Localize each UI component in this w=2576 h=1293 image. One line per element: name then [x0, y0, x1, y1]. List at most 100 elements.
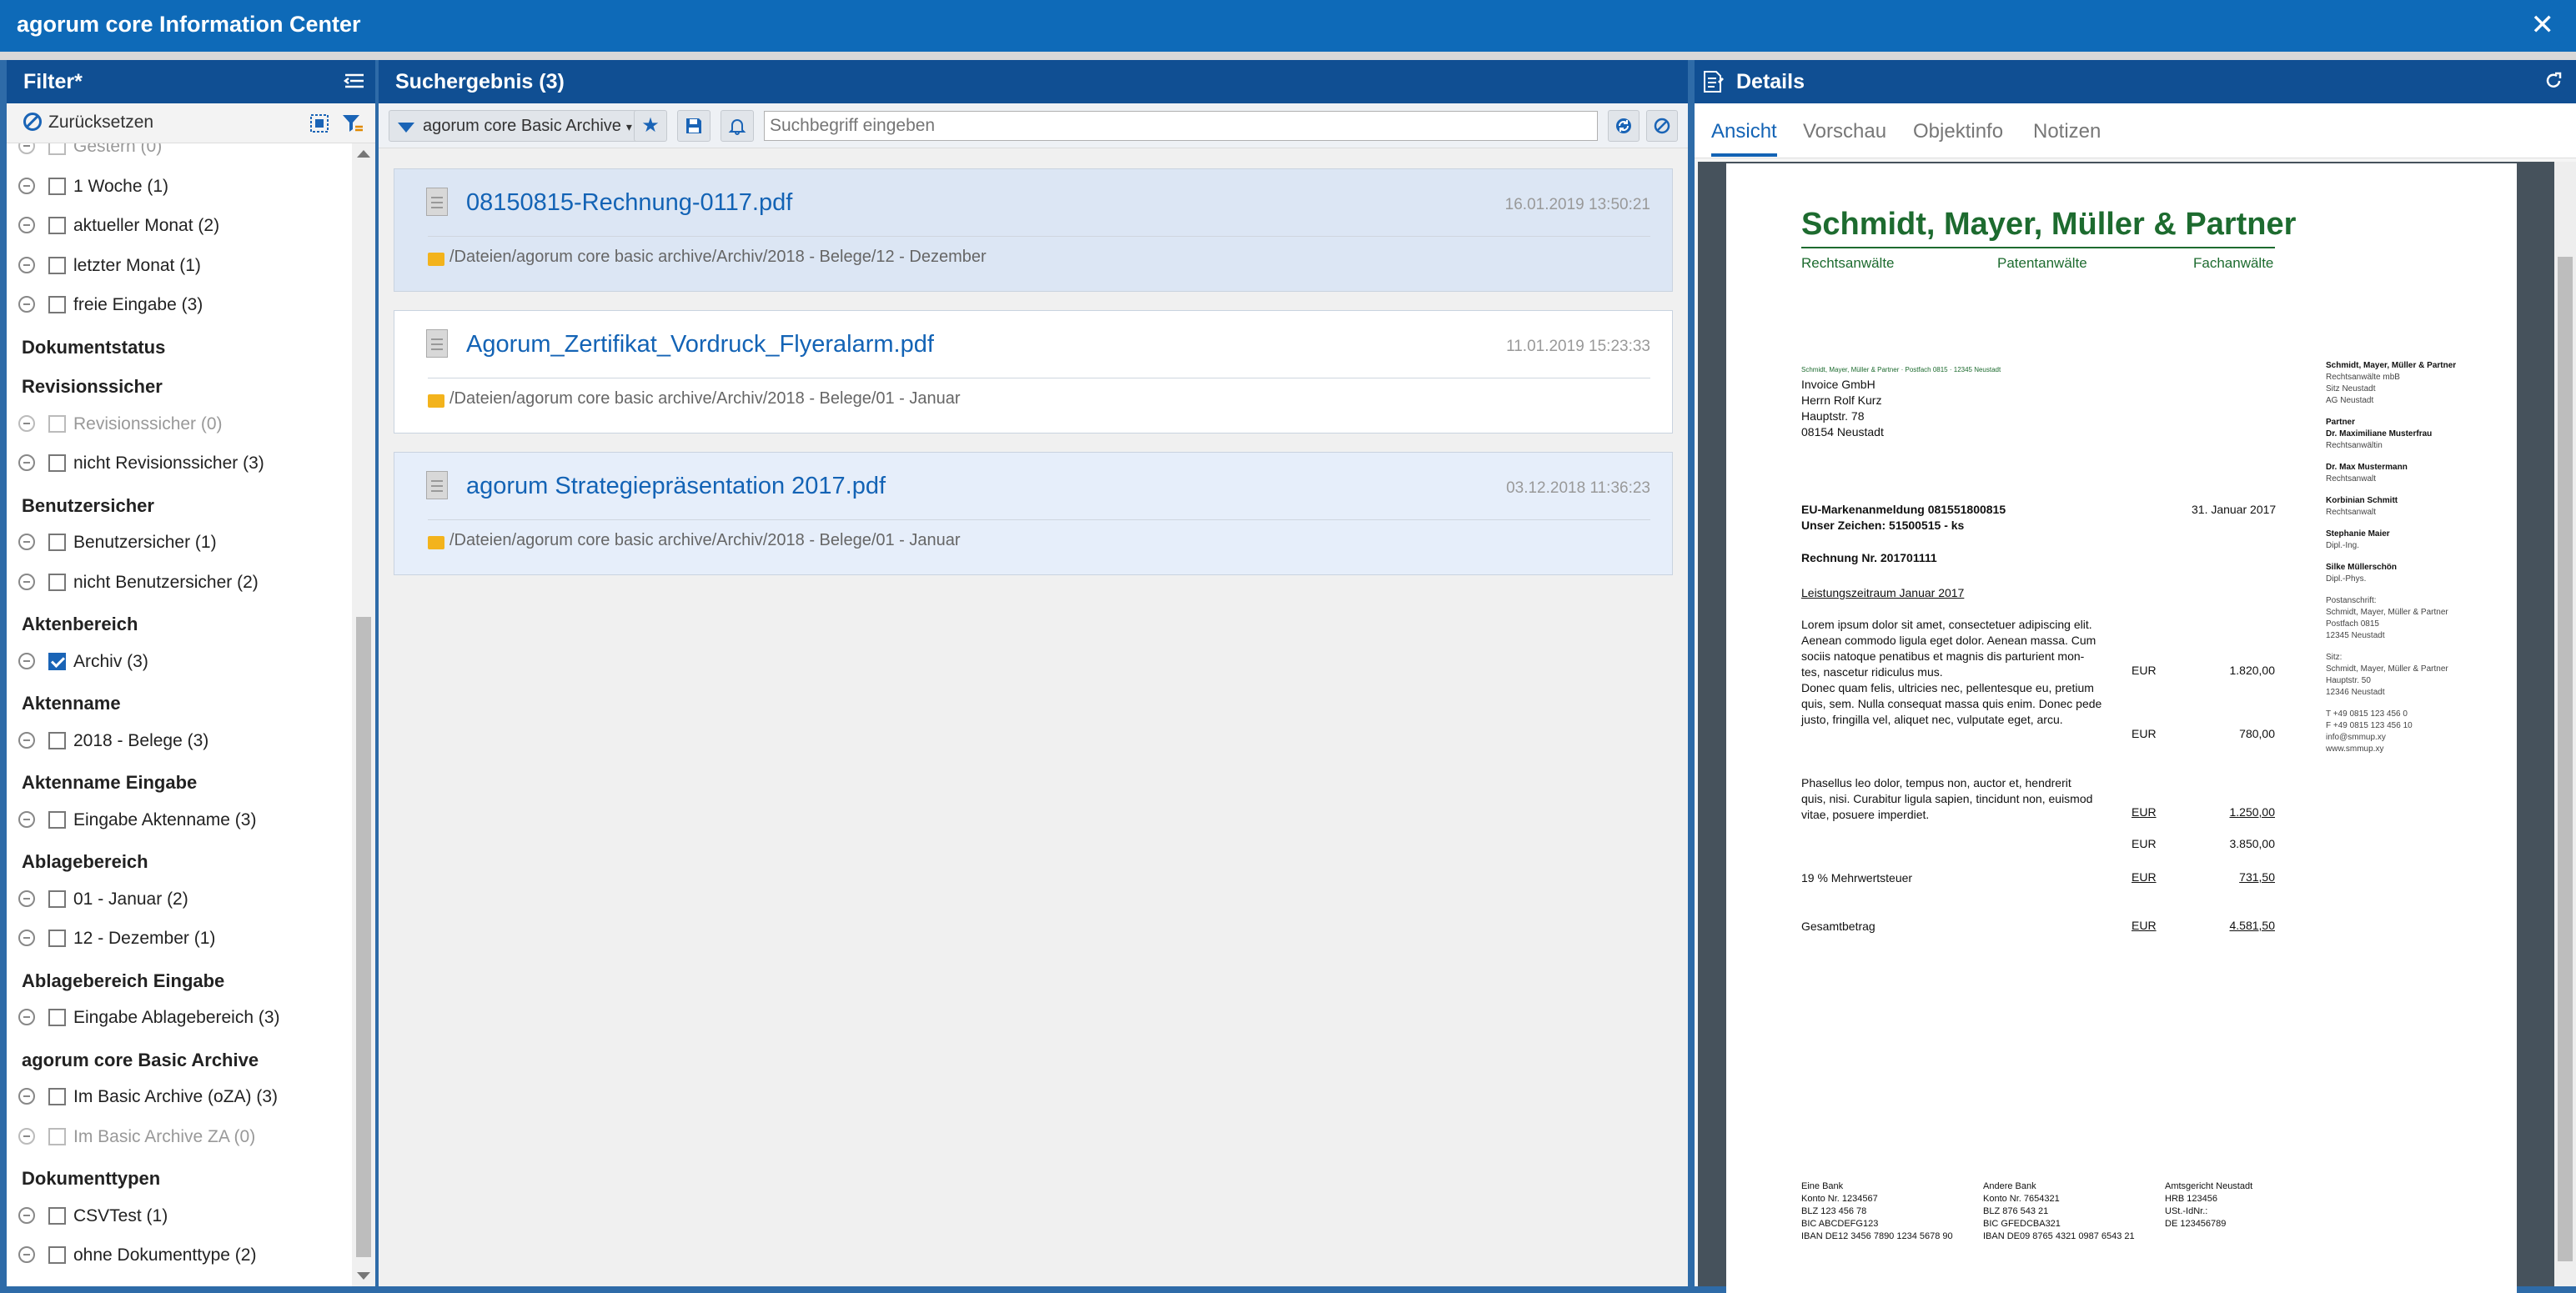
exclude-icon[interactable]: [18, 454, 35, 471]
filter-group-heading: Aktenname Eingabe: [22, 772, 198, 793]
filter-checkbox[interactable]: [48, 534, 66, 551]
archive-select[interactable]: agorum core Basic Archive ▾: [389, 110, 641, 142]
select-filter-icon[interactable]: [309, 113, 330, 135]
result-path[interactable]: /Dateien/agorum core basic archive/Archi…: [449, 248, 987, 267]
exclude-icon[interactable]: [18, 573, 35, 590]
text-line: sociis natoque penatibus et magnis dis p…: [1801, 649, 2085, 663]
scroll-down-icon[interactable]: [357, 1272, 370, 1280]
document-icon: [426, 329, 448, 358]
close-icon[interactable]: ✕: [2531, 8, 2555, 42]
tab-vorschau[interactable]: Vorschau: [1803, 120, 1886, 143]
details-icon: [1703, 70, 1725, 99]
filter-checkbox[interactable]: [48, 143, 66, 155]
result-path[interactable]: /Dateien/agorum core basic archive/Archi…: [449, 531, 961, 550]
filter-checkbox[interactable]: [48, 810, 66, 829]
exclude-icon[interactable]: [18, 1127, 35, 1145]
exclude-icon[interactable]: [18, 217, 35, 233]
window-gap: [0, 52, 2576, 60]
window-title: agorum core Information Center: [17, 12, 361, 37]
filter-group-heading: Aktenbereich: [22, 614, 138, 634]
scrollbar-thumb[interactable]: [356, 617, 371, 1257]
firm-info-line: Schmidt, Mayer, Müller & Partner: [2326, 361, 2457, 370]
filter-group-heading: Aktenname: [22, 693, 121, 714]
filter-option-label: nicht Benutzersicher (2): [73, 572, 259, 592]
exclude-icon[interactable]: [18, 810, 35, 828]
viewer-scrollbar-thumb[interactable]: [2558, 257, 2573, 1261]
bank-line: USt.-IdNr.:: [2165, 1206, 2208, 1216]
filter-checkbox[interactable]: [48, 454, 66, 472]
filter-checkbox[interactable]: [48, 1009, 66, 1026]
firm-info-line: www.smmup.xy: [2326, 744, 2384, 754]
exclude-icon[interactable]: [18, 534, 35, 550]
favorite-button[interactable]: ★: [634, 110, 667, 142]
exclude-icon[interactable]: [18, 296, 35, 313]
filter-checkbox[interactable]: [48, 573, 66, 591]
filter-checkbox[interactable]: [48, 890, 66, 908]
save-search-button[interactable]: [677, 110, 711, 142]
bank-line: Andere Bank: [1983, 1181, 2036, 1191]
firm-info-line: T +49 0815 123 456 0: [2326, 709, 2408, 719]
filter-checkbox[interactable]: [48, 652, 66, 670]
currency: EUR: [2132, 919, 2157, 932]
firm-info-line: 12346 Neustadt: [2326, 688, 2385, 697]
filter-group-heading: Dokumentstatus: [22, 336, 166, 358]
scroll-up-icon[interactable]: [357, 150, 370, 158]
reset-button[interactable]: Zurücksetzen: [23, 113, 153, 133]
firm-info-line: Sitz:: [2326, 653, 2343, 662]
filter-checkbox[interactable]: [48, 217, 66, 234]
result-filename[interactable]: Agorum_Zertifikat_Vordruck_Flyeralarm.pd…: [466, 331, 934, 358]
document-viewer[interactable]: Schmidt, Mayer, Müller & Partner Rechtsa…: [1698, 162, 2554, 1293]
result-date: 16.01.2019 13:50:21: [1504, 196, 1650, 213]
filter-checkbox[interactable]: [48, 731, 66, 749]
exclude-icon[interactable]: [18, 652, 35, 669]
amount: 780,00: [2239, 727, 2275, 740]
result-card[interactable]: agorum Strategiepräsentation 2017.pdf 03.…: [394, 452, 1673, 575]
filter-checkbox[interactable]: [48, 1206, 66, 1225]
exclude-icon[interactable]: [18, 414, 35, 432]
notification-button[interactable]: [721, 110, 754, 142]
filter-checkbox[interactable]: [48, 177, 66, 195]
currency: EUR: [2132, 805, 2157, 819]
letterhead-rule: [1801, 247, 2275, 248]
tab-ansicht[interactable]: Ansicht: [1711, 120, 1777, 157]
filter-checkbox[interactable]: [48, 1246, 66, 1264]
filter-checkbox[interactable]: [48, 414, 66, 433]
search-input[interactable]: [764, 111, 1598, 141]
filter-settings-icon[interactable]: [342, 113, 364, 135]
exclude-icon[interactable]: [18, 143, 35, 154]
filter-scrollbar[interactable]: [352, 143, 375, 1286]
refresh-details-icon[interactable]: [2544, 72, 2563, 96]
result-filename[interactable]: agorum Strategiepräsentation 2017.pdf: [466, 473, 886, 500]
filter-checkbox[interactable]: [48, 256, 66, 274]
result-filename[interactable]: 08150815-Rechnung-0117.pdf: [466, 189, 792, 217]
exclude-icon[interactable]: [18, 1088, 35, 1105]
filter-checkbox[interactable]: [48, 1127, 66, 1145]
exclude-icon[interactable]: [18, 1246, 35, 1263]
tab-objektinfo[interactable]: Objektinfo: [1913, 120, 2003, 143]
clear-search-button[interactable]: [1646, 110, 1678, 142]
collapse-panel-icon[interactable]: [344, 72, 365, 90]
exclude-icon[interactable]: [18, 256, 35, 273]
refresh-search-button[interactable]: [1608, 110, 1640, 142]
result-path[interactable]: /Dateien/agorum core basic archive/Archi…: [449, 389, 961, 408]
currency: EUR: [2132, 870, 2157, 884]
exclude-icon[interactable]: [18, 1009, 35, 1025]
tab-notizen[interactable]: Notizen: [2033, 120, 2101, 143]
filter-checkbox[interactable]: [48, 1088, 66, 1105]
filter-checkbox[interactable]: [48, 930, 66, 947]
bank-line: Amtsgericht Neustadt: [2165, 1181, 2253, 1191]
exclude-icon[interactable]: [18, 1206, 35, 1224]
details-header: Details: [1695, 60, 2576, 103]
exclude-icon[interactable]: [18, 177, 35, 194]
exclude-icon[interactable]: [18, 890, 35, 907]
sender-line: Schmidt, Mayer, Müller & Partner · Postf…: [1801, 366, 2001, 373]
result-card[interactable]: Agorum_Zertifikat_Vordruck_Flyeralarm.pd…: [394, 310, 1673, 434]
filter-option-label: CSVTest (1): [73, 1205, 168, 1225]
results-toolbar: agorum core Basic Archive ▾ ★: [379, 103, 1688, 148]
exclude-icon[interactable]: [18, 930, 35, 946]
filter-option-label: 01 - Januar (2): [73, 889, 188, 909]
viewer-scrollbar[interactable]: [2554, 162, 2576, 1286]
exclude-icon[interactable]: [18, 731, 35, 749]
filter-checkbox[interactable]: [48, 296, 66, 313]
result-card[interactable]: 08150815-Rechnung-0117.pdf 16.01.2019 13:…: [394, 168, 1673, 292]
